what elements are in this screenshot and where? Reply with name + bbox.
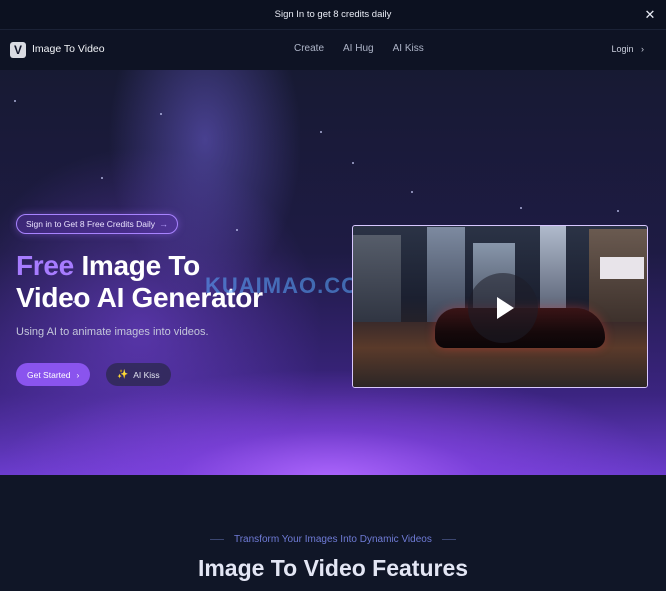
video-preview[interactable] (352, 225, 648, 388)
divider (441, 538, 456, 540)
star-decoration (520, 207, 522, 209)
pill-label: Sign in to Get 8 Free Credits Daily (26, 219, 155, 229)
star-decoration (617, 210, 619, 212)
play-triangle (497, 297, 514, 319)
billboard (600, 257, 644, 279)
nav-link-create[interactable]: Create (294, 43, 324, 54)
features-eyebrow: Transform Your Images Into Dynamic Video… (0, 534, 666, 545)
chevron-right-icon: › (641, 44, 644, 54)
brand-name[interactable]: Image To Video (32, 43, 105, 55)
top-banner-text[interactable]: Sign In to get 8 credits daily (275, 9, 392, 20)
logo-icon[interactable]: V (10, 42, 26, 58)
login-button[interactable]: Login › (611, 44, 644, 54)
features-title: Image To Video Features (197, 555, 469, 581)
login-label: Login (611, 44, 634, 54)
nav-link-ai-kiss[interactable]: AI Kiss (393, 43, 424, 54)
headline-accent: Free (16, 250, 74, 281)
nav-link-ai-hug[interactable]: AI Hug (343, 43, 374, 54)
star-decoration (236, 229, 238, 231)
divider (210, 538, 225, 540)
navbar: V Image To Video Create AI Hug AI Kiss L… (0, 30, 666, 70)
chevron-right-icon: › (76, 369, 80, 380)
building (353, 235, 401, 327)
sparkle-icon: ✨ (117, 369, 129, 379)
star-decoration (352, 162, 354, 164)
nav-links: Create AI Hug AI Kiss (294, 43, 424, 54)
star-decoration (14, 100, 16, 102)
hero-section: Sign in to Get 8 Free Credits Daily → Fr… (0, 70, 666, 475)
play-icon[interactable] (468, 273, 538, 343)
headline-rest: Image To (81, 250, 200, 281)
features-eyebrow-text: Transform Your Images Into Dynamic Video… (233, 534, 432, 545)
ai-kiss-button[interactable]: ✨ AI Kiss (106, 363, 171, 386)
top-banner: Sign In to get 8 credits daily ✕ (0, 0, 666, 30)
arrow-right-icon: → (158, 219, 168, 229)
star-decoration (320, 131, 322, 133)
get-started-label: Get Started (27, 369, 71, 380)
close-icon[interactable]: ✕ (642, 7, 658, 23)
star-decoration (101, 177, 103, 179)
hero-subtitle: Using AI to animate images into videos. (16, 326, 209, 338)
free-credits-pill[interactable]: Sign in to Get 8 Free Credits Daily → (16, 214, 178, 234)
ai-kiss-label: AI Kiss (133, 369, 160, 380)
features-section: Transform Your Images Into Dynamic Video… (0, 475, 666, 591)
star-decoration (411, 191, 413, 193)
get-started-button[interactable]: Get Started › (16, 363, 91, 386)
star-decoration (160, 113, 162, 115)
